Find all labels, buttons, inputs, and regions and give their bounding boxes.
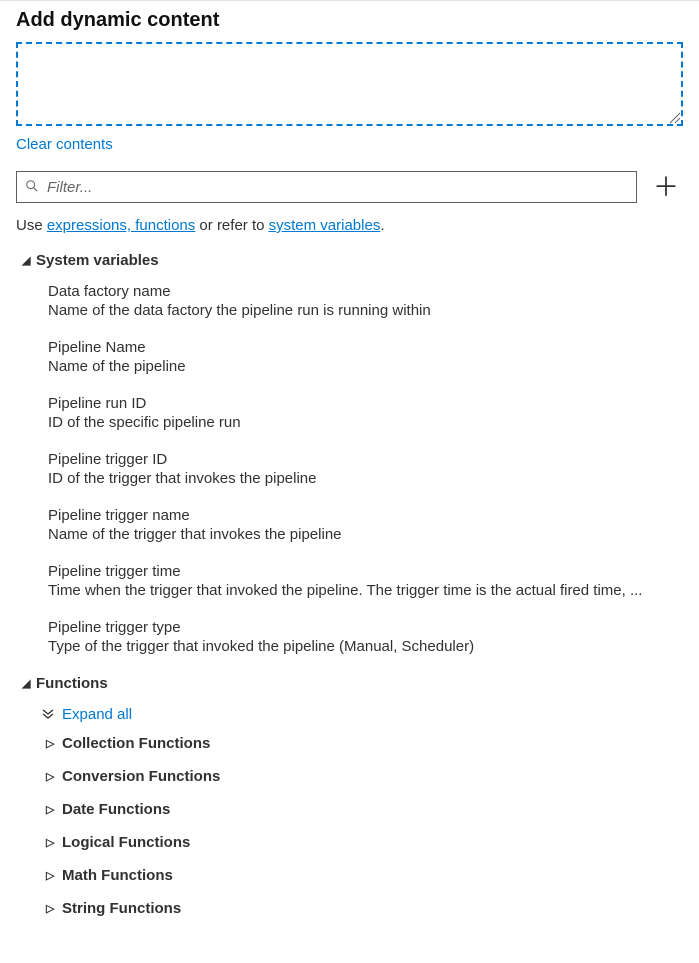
help-middle: or refer to (195, 217, 268, 234)
system-variable-desc: ID of the trigger that invokes the pipel… (48, 470, 683, 487)
system-variable-item[interactable]: Pipeline trigger name Name of the trigger… (48, 507, 683, 543)
chevron-right-icon: ▷ (46, 836, 60, 849)
resize-handle-icon[interactable] (667, 110, 681, 124)
clear-contents-link[interactable]: Clear contents (16, 136, 113, 153)
system-variable-item[interactable]: Pipeline trigger time Time when the trigg… (48, 563, 683, 599)
system-variables-link[interactable]: system variables (269, 217, 381, 234)
add-button[interactable]: ＋ (649, 174, 683, 200)
section-functions[interactable]: ◢ Functions (22, 675, 683, 692)
system-variable-title: Pipeline trigger ID (48, 451, 683, 468)
system-variable-title: Data factory name (48, 283, 683, 300)
function-group[interactable]: ▷String Functions (46, 900, 683, 917)
system-variable-desc: ID of the specific pipeline run (48, 414, 683, 431)
function-group-label: String Functions (62, 900, 181, 917)
chevron-right-icon: ▷ (46, 737, 60, 750)
system-variable-title: Pipeline trigger time (48, 563, 683, 580)
function-group-label: Collection Functions (62, 735, 210, 752)
system-variable-item[interactable]: Pipeline trigger type Type of the trigger… (48, 619, 683, 655)
chevron-down-icon: ◢ (22, 254, 36, 267)
expression-input[interactable] (16, 42, 683, 126)
function-group[interactable]: ▷Math Functions (46, 867, 683, 884)
system-variable-item[interactable]: Pipeline run ID ID of the specific pipeli… (48, 395, 683, 431)
system-variable-title: Pipeline Name (48, 339, 683, 356)
filter-input-wrapper[interactable] (16, 171, 637, 203)
system-variable-item[interactable]: Pipeline Name Name of the pipeline (48, 339, 683, 375)
expand-all-link[interactable]: Expand all (42, 706, 683, 723)
system-variable-desc: Type of the trigger that invoked the pip… (48, 638, 683, 655)
chevron-right-icon: ▷ (46, 902, 60, 915)
system-variable-title: Pipeline trigger type (48, 619, 683, 636)
system-variable-desc: Name of the trigger that invokes the pip… (48, 526, 683, 543)
function-group-label: Math Functions (62, 867, 173, 884)
section-functions-label: Functions (36, 675, 108, 692)
function-group[interactable]: ▷Date Functions (46, 801, 683, 818)
function-group-label: Logical Functions (62, 834, 190, 851)
function-group-label: Date Functions (62, 801, 170, 818)
function-group[interactable]: ▷Collection Functions (46, 735, 683, 752)
search-icon (25, 179, 45, 196)
expand-all-icon (42, 707, 58, 722)
chevron-right-icon: ▷ (46, 869, 60, 882)
system-variable-desc: Name of the data factory the pipeline ru… (48, 302, 683, 319)
expressions-functions-link[interactable]: expressions, functions (47, 217, 195, 234)
section-system-variables-label: System variables (36, 252, 159, 269)
system-variable-item[interactable]: Pipeline trigger ID ID of the trigger tha… (48, 451, 683, 487)
function-group[interactable]: ▷Logical Functions (46, 834, 683, 851)
system-variable-desc: Name of the pipeline (48, 358, 683, 375)
system-variable-title: Pipeline run ID (48, 395, 683, 412)
expand-all-label: Expand all (62, 706, 132, 723)
chevron-right-icon: ▷ (46, 770, 60, 783)
help-suffix: . (380, 217, 384, 234)
chevron-down-icon: ◢ (22, 677, 36, 690)
section-system-variables[interactable]: ◢ System variables (22, 252, 683, 269)
function-group[interactable]: ▷Conversion Functions (46, 768, 683, 785)
system-variable-item[interactable]: Data factory name Name of the data factor… (48, 283, 683, 319)
chevron-right-icon: ▷ (46, 803, 60, 816)
page-title: Add dynamic content (16, 9, 683, 32)
function-group-label: Conversion Functions (62, 768, 220, 785)
help-text: Use expressions, functions or refer to s… (16, 217, 683, 234)
system-variable-desc: Time when the trigger that invoked the p… (48, 582, 683, 599)
system-variable-title: Pipeline trigger name (48, 507, 683, 524)
filter-input[interactable] (45, 178, 628, 197)
help-prefix: Use (16, 217, 47, 234)
